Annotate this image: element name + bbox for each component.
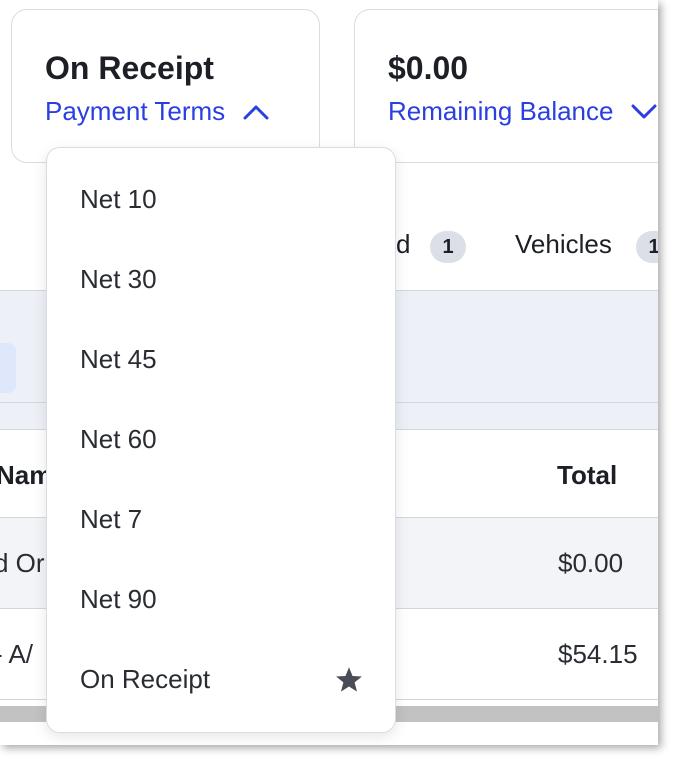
menu-item-label: Net 90	[80, 584, 157, 614]
remaining-balance-link-label: Remaining Balance	[388, 96, 614, 126]
filter-chip[interactable]	[0, 343, 16, 393]
menu-item-on-receipt[interactable]: On Receipt	[47, 640, 395, 720]
menu-item-net-45[interactable]: Net 45	[47, 320, 395, 400]
payment-terms-card: On Receipt Payment Terms	[11, 9, 320, 163]
menu-item-net-60[interactable]: Net 60	[47, 400, 395, 480]
chevron-down-icon	[631, 96, 657, 127]
app-window: On Receipt Payment Terms $0.00 Remaining…	[0, 0, 658, 745]
menu-item-net-30[interactable]: Net 30	[47, 240, 395, 320]
menu-item-label: Net 60	[80, 424, 157, 454]
menu-item-label: Net 45	[80, 344, 157, 374]
cell-name: - A/	[0, 639, 34, 669]
menu-item-label: Net 10	[80, 184, 157, 214]
menu-item-net-7[interactable]: Net 7	[47, 480, 395, 560]
cell-name: d Or	[0, 548, 45, 578]
tab-vehicles[interactable]: Vehicles	[515, 229, 612, 260]
payment-terms-toggle[interactable]: Payment Terms	[45, 96, 269, 127]
tab-vehicles-count-badge: 1	[636, 231, 658, 263]
star-icon[interactable]	[334, 666, 364, 701]
menu-item-net-10[interactable]: Net 10	[47, 160, 395, 240]
menu-item-label: On Receipt	[80, 664, 211, 694]
cell-total: $0.00	[558, 548, 624, 578]
payment-terms-link-label: Payment Terms	[45, 96, 226, 126]
column-header-name[interactable]: Nam	[0, 460, 52, 491]
menu-item-label: Net 7	[80, 504, 143, 534]
remaining-balance-value: $0.00	[388, 50, 469, 86]
payment-terms-value: On Receipt	[45, 50, 214, 86]
tab-partial-label[interactable]: d	[396, 229, 410, 260]
column-header-total[interactable]: Total	[557, 460, 617, 491]
tab-partial-count-badge: 1	[430, 231, 466, 263]
cell-total: $54.15	[558, 639, 638, 669]
menu-item-label: Net 30	[80, 264, 157, 294]
menu-item-net-90[interactable]: Net 90	[47, 560, 395, 640]
chevron-up-icon	[243, 96, 269, 127]
stage: On Receipt Payment Terms $0.00 Remaining…	[0, 0, 678, 764]
remaining-balance-toggle[interactable]: Remaining Balance	[388, 96, 657, 127]
payment-terms-dropdown: Net 10 Net 30 Net 45 Net 60 Net 7 Net 90…	[46, 147, 396, 733]
remaining-balance-card: $0.00 Remaining Balance	[354, 9, 658, 163]
